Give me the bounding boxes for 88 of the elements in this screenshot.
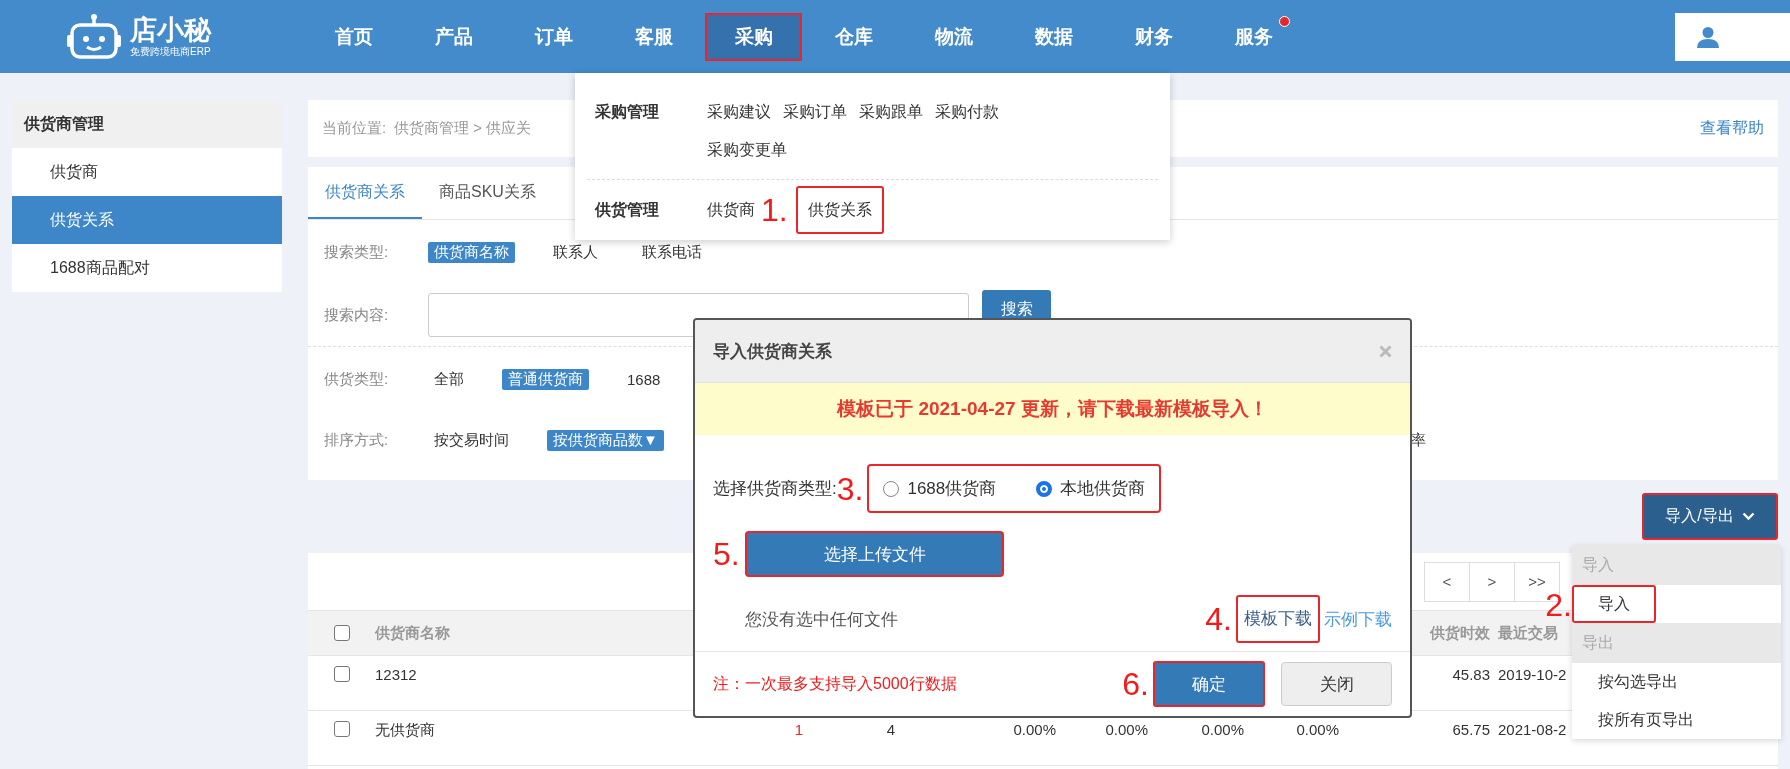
nav-tab[interactable]: 服务 <box>1205 12 1302 61</box>
menu-link[interactable]: 采购建议 <box>707 93 783 131</box>
step-number: 5. <box>713 538 741 570</box>
nav-tab[interactable]: 仓库 <box>805 12 902 61</box>
menu-heading: 供货管理 <box>595 200 660 221</box>
logo-tagline: 免费跨境电商ERP <box>130 44 211 59</box>
robot-icon <box>66 12 122 61</box>
menu-link[interactable]: 采购订单 <box>783 93 859 131</box>
user-icon <box>1697 25 1719 48</box>
sidebar-item[interactable]: 供货商 <box>12 148 282 196</box>
filter-label: 搜索类型: <box>324 242 390 262</box>
breadcrumb-path: 供货商管理 > 供应关 <box>394 119 532 138</box>
column-header: 最近交易 <box>1497 623 1559 643</box>
sidebar-title: 供货商管理 <box>12 100 282 148</box>
chevron-down-icon <box>1741 512 1755 521</box>
checkbox[interactable] <box>333 721 350 737</box>
notice-text: 模板已于 2021-04-27 更新，请下载最新模板导入！ <box>837 397 1268 421</box>
table-cell-text: 12312 <box>375 665 418 683</box>
table-cell-text: 65.75 <box>1451 720 1490 738</box>
filter-option[interactable]: 按供货商品数▼ <box>547 429 664 451</box>
nav-tab[interactable]: 订单 <box>505 12 602 61</box>
upload-button[interactable]: 选择上传文件 <box>745 531 1004 577</box>
table-cell-text: 0.00% <box>1200 720 1244 738</box>
menu-group-label: 导出 <box>1572 623 1781 663</box>
filter-option[interactable]: 供货商名称 <box>428 241 515 263</box>
filter-option[interactable]: 全部 <box>428 368 470 390</box>
step-number: 6. <box>1122 668 1149 700</box>
nav-tab[interactable]: 客服 <box>605 12 702 61</box>
nav-tab[interactable]: 物流 <box>905 12 1002 61</box>
filter-option[interactable]: 普通供货商 <box>502 368 589 390</box>
radio-label[interactable]: 1688供货商 <box>907 477 997 500</box>
dialog-title: 导入供货商关系 <box>713 340 832 363</box>
help-link[interactable]: 查看帮助 <box>1700 118 1764 139</box>
filter-label: 搜索内容: <box>324 305 390 325</box>
breadcrumb-label: 当前位置: <box>322 119 387 138</box>
filter-option[interactable]: 1688 <box>621 369 667 389</box>
table-cell-text: 无供货商 <box>375 720 436 740</box>
menu-link[interactable]: 采购跟单 <box>859 93 935 131</box>
filter-option[interactable]: 联系电话 <box>636 241 708 263</box>
nav-tab[interactable]: 产品 <box>405 12 502 61</box>
column-header: 供货商名称 <box>375 623 451 643</box>
confirm-button[interactable]: 确定 <box>1153 661 1265 707</box>
filter-label: 供货类型: <box>324 369 390 389</box>
menu-link[interactable]: 采购变更单 <box>707 131 799 169</box>
radio-label[interactable]: 本地供货商 <box>1060 477 1146 500</box>
sidebar-item[interactable]: 供货关系 <box>12 196 282 244</box>
nav-tab[interactable]: 采购 <box>705 12 802 61</box>
close-button[interactable]: 关闭 <box>1281 662 1392 706</box>
sidebar-item[interactable]: 1688商品配对 <box>12 244 282 292</box>
filter-option[interactable]: 联系人 <box>547 241 604 263</box>
menu-link[interactable]: 采购付款 <box>935 93 1011 131</box>
pager-button[interactable]: < <box>1424 561 1470 602</box>
menu-item[interactable]: 按所有页导出 <box>1572 701 1720 739</box>
nav-tab[interactable]: 首页 <box>305 12 402 61</box>
tab[interactable]: 商品SKU关系 <box>422 167 553 219</box>
note-text: 注：一次最多支持导入5000行数据 <box>713 673 957 694</box>
file-status: 您没有选中任何文件 <box>745 608 898 631</box>
table-cell-text: 2021-08-2 <box>1497 720 1568 738</box>
step-number: 4. <box>1205 603 1232 635</box>
template-download-link[interactable]: 模板下载 <box>1236 595 1320 643</box>
nav-tab[interactable]: 财务 <box>1105 12 1202 61</box>
checkbox[interactable] <box>333 666 350 682</box>
table-cell-text: 2019-10-2 <box>1497 665 1568 683</box>
step-number: 3. <box>836 472 864 505</box>
checkbox[interactable] <box>333 625 350 641</box>
import-export-button[interactable]: 导入/导出 <box>1642 493 1778 540</box>
column-header: 供货时效 <box>1428 623 1490 643</box>
table-cell-text: 0.00% <box>1104 720 1148 738</box>
menu-group-label: 导入 <box>1572 545 1781 585</box>
menu-link[interactable]: 供货关系 <box>795 186 884 234</box>
radio-button[interactable] <box>1036 480 1053 497</box>
step-number: 1. <box>761 194 788 226</box>
field-label: 选择供货商类型: <box>713 478 837 500</box>
tab[interactable]: 供货商关系 <box>308 167 422 219</box>
nav-tab[interactable]: 数据 <box>1005 12 1102 61</box>
pager-button[interactable]: > <box>1469 561 1515 602</box>
filter-label: 排序方式: <box>324 430 390 450</box>
table-cell-text: 4 <box>885 720 895 738</box>
table-cell-text: 45.83 <box>1451 665 1490 683</box>
user-button[interactable] <box>1675 12 1790 61</box>
table-cell-text: 0.00% <box>1295 720 1339 738</box>
filter-option[interactable]: 按交易时间 <box>428 429 515 451</box>
table-cell-text: 0.00% <box>1012 720 1056 738</box>
menu-heading: 采购管理 <box>595 102 660 122</box>
table-cell-text: 1 <box>793 720 803 738</box>
logo-name: 店小秘 <box>130 14 211 45</box>
radio-button[interactable] <box>883 480 900 497</box>
menu-item[interactable]: 按勾选导出 <box>1572 663 1704 701</box>
